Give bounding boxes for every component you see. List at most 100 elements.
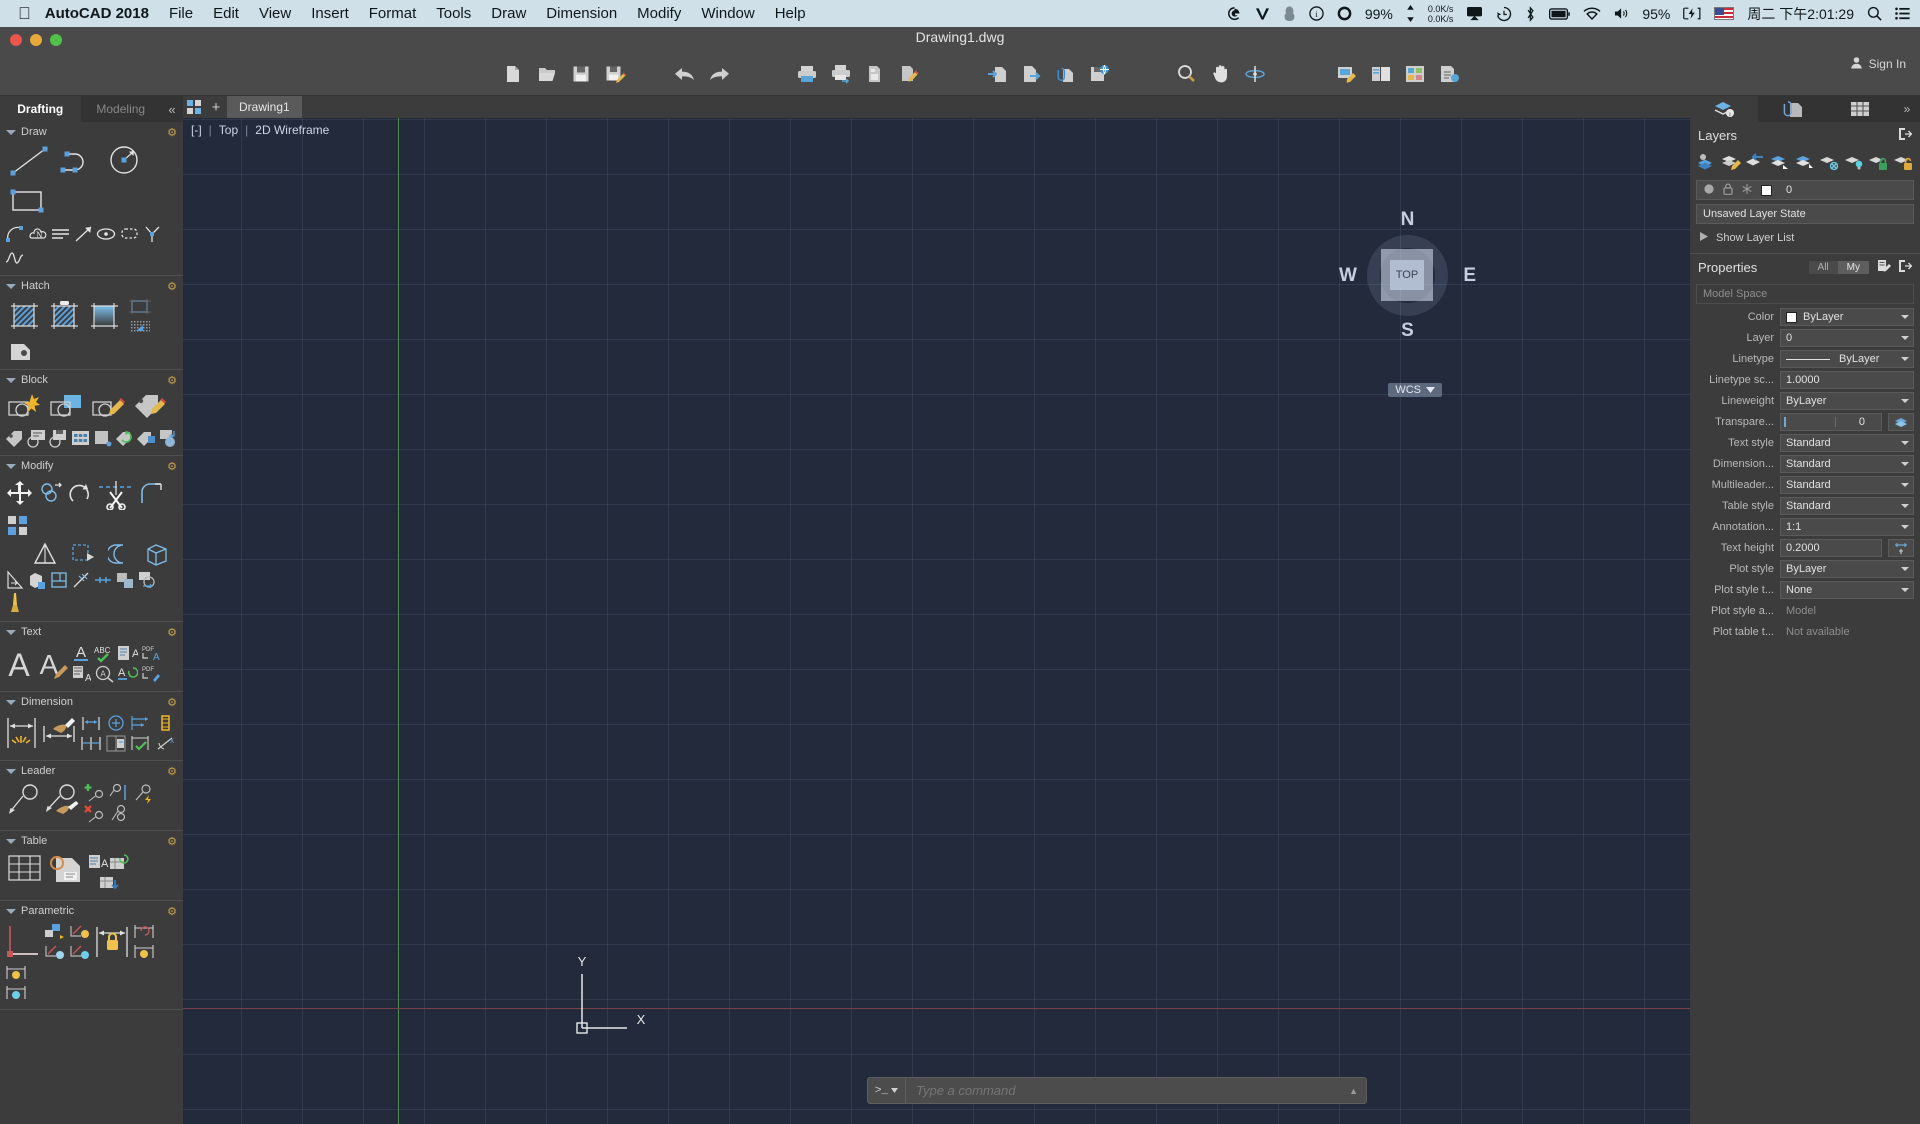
chevron-down-icon[interactable] xyxy=(1901,588,1909,592)
layer-state-selector[interactable]: Unsaved Layer State xyxy=(1696,204,1914,224)
doc-tab-drawing1[interactable]: Drawing1 xyxy=(227,96,302,118)
cleaner-ring-icon[interactable] xyxy=(1337,6,1352,21)
hatch-pattern-icon[interactable] xyxy=(48,299,81,335)
dim-constraint-icon[interactable] xyxy=(133,923,155,941)
apple-icon[interactable]:  xyxy=(18,5,31,22)
lightbulb-icon[interactable] xyxy=(1703,183,1715,198)
bluetooth-icon[interactable] xyxy=(1525,5,1536,22)
aligned-constraint-icon[interactable] xyxy=(5,964,27,982)
chevron-down-icon[interactable] xyxy=(1901,357,1909,361)
text-update-icon[interactable]: A xyxy=(117,664,138,683)
wcs-selector[interactable]: WCS xyxy=(1388,383,1442,397)
set-base-point-icon[interactable] xyxy=(92,428,113,448)
extrude-icon[interactable] xyxy=(145,542,170,566)
create-block-icon[interactable] xyxy=(6,392,42,424)
page-setup-icon[interactable] xyxy=(862,61,888,87)
copy-icon[interactable] xyxy=(38,481,64,507)
us-flag-icon[interactable] xyxy=(1714,7,1735,20)
spell-check-icon[interactable]: ABC xyxy=(93,644,115,663)
text-height-picker-button[interactable] xyxy=(1888,539,1914,557)
chevron-down-icon[interactable] xyxy=(1901,525,1909,529)
line-icon[interactable] xyxy=(8,144,50,177)
export-icon[interactable] xyxy=(1018,61,1044,87)
layer-make-current-icon[interactable] xyxy=(1769,151,1793,173)
viewcube-east-label[interactable]: E xyxy=(1463,265,1476,287)
text-style-icon[interactable]: A xyxy=(36,644,69,684)
leader-quick-icon[interactable] xyxy=(133,783,154,805)
break-icon[interactable] xyxy=(71,570,91,590)
property-value[interactable]: 1:1 xyxy=(1780,518,1914,536)
filter-all-button[interactable]: All xyxy=(1808,260,1838,274)
save-icon[interactable] xyxy=(568,61,594,87)
menu-draw[interactable]: Draw xyxy=(491,5,526,22)
attribute-table-icon[interactable] xyxy=(70,428,91,448)
edit-block-icon[interactable] xyxy=(137,570,158,590)
single-text-icon[interactable]: A xyxy=(4,644,34,684)
circle-icon[interactable] xyxy=(106,144,143,177)
menu-window[interactable]: Window xyxy=(701,5,754,22)
wifi-icon[interactable] xyxy=(1583,7,1601,20)
menu-modify[interactable]: Modify xyxy=(637,5,681,22)
property-value[interactable]: Standard xyxy=(1780,434,1914,452)
text-find-icon[interactable]: A xyxy=(117,644,138,663)
menu-file[interactable]: File xyxy=(169,5,193,22)
property-value[interactable]: 0 xyxy=(1780,413,1882,431)
model-space-canvas[interactable]: [-] | Top | 2D Wireframe TOP N S W E WCS xyxy=(183,118,1690,1124)
multileader-icon[interactable] xyxy=(6,783,39,819)
layer-previous-icon[interactable] xyxy=(1744,151,1768,173)
plot-icon[interactable] xyxy=(828,61,854,87)
property-value[interactable]: None xyxy=(1780,581,1914,599)
panel-parametric-header[interactable]: Parametric ⚙ xyxy=(0,901,183,921)
active-app-name[interactable]: AutoCAD 2018 xyxy=(45,5,149,22)
command-prompt-icon[interactable]: >_ xyxy=(868,1078,906,1103)
gear-icon[interactable]: ⚙ xyxy=(167,374,177,387)
orbit-icon[interactable] xyxy=(1242,61,1268,87)
command-line[interactable]: >_ ▲ xyxy=(867,1077,1367,1104)
maximize-button[interactable] xyxy=(50,33,62,46)
print-icon[interactable] xyxy=(794,61,820,87)
panel-table-header[interactable]: Table ⚙ xyxy=(0,831,183,851)
gear-icon[interactable]: ⚙ xyxy=(167,460,177,473)
radius-dim-icon[interactable] xyxy=(105,714,127,733)
delete-constraint-icon[interactable] xyxy=(69,943,91,961)
undo-arrow-icon[interactable] xyxy=(672,61,698,87)
block-editor-icon[interactable] xyxy=(90,392,126,424)
mirror-icon[interactable] xyxy=(32,542,58,566)
layer-properties-icon[interactable] xyxy=(1695,151,1719,173)
new-file-icon[interactable] xyxy=(500,61,526,87)
property-value[interactable]: 0.2000 xyxy=(1780,539,1882,557)
transparency-slider[interactable] xyxy=(1784,417,1836,427)
transparency-picker-button[interactable] xyxy=(1888,413,1914,431)
menu-view[interactable]: View xyxy=(259,5,291,22)
pdf-convert-icon[interactable]: PDF xyxy=(140,664,162,683)
time-machine-icon[interactable] xyxy=(1496,6,1512,22)
menu-edit[interactable]: Edit xyxy=(213,5,239,22)
chevron-down-icon[interactable] xyxy=(1901,483,1909,487)
text-zoom-icon[interactable]: A xyxy=(93,664,115,683)
airplay-icon[interactable] xyxy=(1466,6,1483,21)
array-icon[interactable] xyxy=(6,514,30,538)
align-leader-icon[interactable] xyxy=(108,783,129,802)
collect-leader-icon[interactable] xyxy=(108,804,129,823)
layer-unlock-icon[interactable] xyxy=(1892,151,1916,173)
filter-my-button[interactable]: My xyxy=(1837,260,1869,274)
viewcube-north-label[interactable]: N xyxy=(1401,209,1415,231)
property-value[interactable]: 1.0000 xyxy=(1780,371,1914,389)
property-value[interactable]: Standard xyxy=(1780,497,1914,515)
text-underline-icon[interactable]: A xyxy=(71,644,91,663)
viewport-visualstyle-label[interactable]: 2D Wireframe xyxy=(255,123,329,137)
link-data-icon[interactable] xyxy=(48,853,82,885)
chevron-down-icon[interactable] xyxy=(1901,567,1909,571)
current-layer-selector[interactable]: 0 xyxy=(1696,180,1914,200)
paragraph-icon[interactable]: A xyxy=(71,664,91,683)
new-tab-icon[interactable]: + xyxy=(205,96,227,118)
remove-leader-icon[interactable] xyxy=(83,804,104,823)
layer-lock-icon[interactable] xyxy=(1867,151,1891,173)
ordinate-dim-icon[interactable] xyxy=(155,714,177,733)
grammarly-icon[interactable] xyxy=(1227,6,1242,21)
block-save-icon[interactable] xyxy=(48,428,69,448)
viewport-menu-icon[interactable]: [-] xyxy=(191,123,202,137)
offset-icon[interactable] xyxy=(108,542,133,566)
move-icon[interactable] xyxy=(6,480,34,508)
property-value[interactable]: ByLayer xyxy=(1780,392,1914,410)
